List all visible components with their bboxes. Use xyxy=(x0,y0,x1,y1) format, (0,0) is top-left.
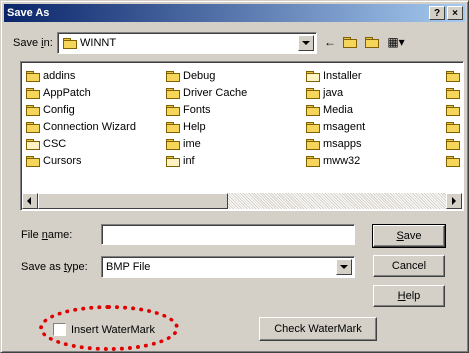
folder-item[interactable]: Debug xyxy=(166,69,215,83)
save-as-type-label: Save as type: xyxy=(21,261,88,273)
folder-icon xyxy=(306,104,320,116)
folder-item[interactable]: mww32 xyxy=(306,154,360,168)
folder-icon[interactable] xyxy=(446,86,463,100)
save-as-type-select[interactable]: BMP File xyxy=(101,256,355,278)
folder-icon xyxy=(166,87,180,99)
help-button[interactable]: Help xyxy=(373,285,445,307)
folder-item[interactable]: CSC xyxy=(26,137,66,151)
help-title-button[interactable]: ? xyxy=(429,6,445,20)
check-watermark-button[interactable]: Check WaterMark xyxy=(259,317,377,341)
folder-icon xyxy=(26,121,40,133)
folder-icon xyxy=(166,155,180,167)
close-title-button[interactable]: × xyxy=(447,6,463,20)
file-list[interactable]: addins AppPatch Config Connection Wizard… xyxy=(20,61,464,211)
scroll-left-button[interactable] xyxy=(22,193,38,209)
folder-item[interactable]: Config xyxy=(26,103,75,117)
folder-icon[interactable] xyxy=(446,103,463,117)
folder-icon[interactable] xyxy=(446,154,463,168)
scroll-right-button[interactable] xyxy=(446,193,462,209)
folder-icon xyxy=(166,104,180,116)
folder-item[interactable]: java xyxy=(306,86,343,100)
folder-icon[interactable] xyxy=(446,120,463,134)
save-as-type-value: BMP File xyxy=(106,261,151,273)
folder-icon[interactable] xyxy=(446,137,463,151)
chevron-down-icon[interactable] xyxy=(336,259,352,275)
file-name-input[interactable] xyxy=(101,224,355,245)
folder-item[interactable]: Help xyxy=(166,120,206,134)
folder-icon xyxy=(26,87,40,99)
up-folder-icon[interactable] xyxy=(341,34,359,50)
folder-icon xyxy=(26,104,40,116)
folder-icon xyxy=(166,70,180,82)
back-arrow-icon[interactable]: ← xyxy=(321,34,339,50)
save-as-dialog: Save As ? × Save in: WINNT ← ▦▾ addins A… xyxy=(0,0,469,353)
folder-icon xyxy=(166,138,180,150)
scroll-thumb[interactable] xyxy=(38,193,228,209)
cancel-button[interactable]: Cancel xyxy=(373,255,445,277)
folder-icon xyxy=(166,121,180,133)
folder-item[interactable]: addins xyxy=(26,69,75,83)
folder-icon xyxy=(306,70,320,82)
new-folder-icon[interactable] xyxy=(363,34,381,50)
folder-item[interactable]: inf xyxy=(166,154,195,168)
folder-icon xyxy=(306,155,320,167)
horizontal-scrollbar[interactable] xyxy=(22,193,462,209)
chevron-down-icon[interactable] xyxy=(298,35,314,51)
folder-item[interactable]: msagent xyxy=(306,120,365,134)
folder-item[interactable]: Installer xyxy=(306,69,362,83)
folder-icon xyxy=(306,121,320,133)
dialog-title: Save As xyxy=(7,7,50,19)
folder-icon xyxy=(26,138,40,150)
folder-icon xyxy=(306,87,320,99)
folder-icon xyxy=(63,37,77,49)
view-menu-icon[interactable]: ▦▾ xyxy=(385,34,407,50)
folder-icon xyxy=(306,138,320,150)
save-in-combo[interactable]: WINNT xyxy=(57,32,317,54)
folder-item[interactable]: AppPatch xyxy=(26,86,91,100)
folder-item[interactable]: Media xyxy=(306,103,353,117)
title-bar[interactable]: Save As ? × xyxy=(4,4,465,22)
folder-icon[interactable] xyxy=(446,69,463,83)
folder-item[interactable]: msapps xyxy=(306,137,362,151)
save-in-label: Save in: xyxy=(13,37,53,49)
folder-icon xyxy=(26,70,40,82)
folder-item[interactable]: Connection Wizard xyxy=(26,120,136,134)
highlight-ellipse xyxy=(39,305,179,351)
file-name-label: File name: xyxy=(21,229,73,241)
save-button[interactable]: Save xyxy=(372,224,446,248)
folder-item[interactable]: Fonts xyxy=(166,103,211,117)
folder-item[interactable]: Cursors xyxy=(26,154,82,168)
folder-item[interactable]: Driver Cache xyxy=(166,86,247,100)
save-in-value: WINNT xyxy=(80,37,117,49)
folder-icon xyxy=(26,155,40,167)
folder-item[interactable]: ime xyxy=(166,137,201,151)
